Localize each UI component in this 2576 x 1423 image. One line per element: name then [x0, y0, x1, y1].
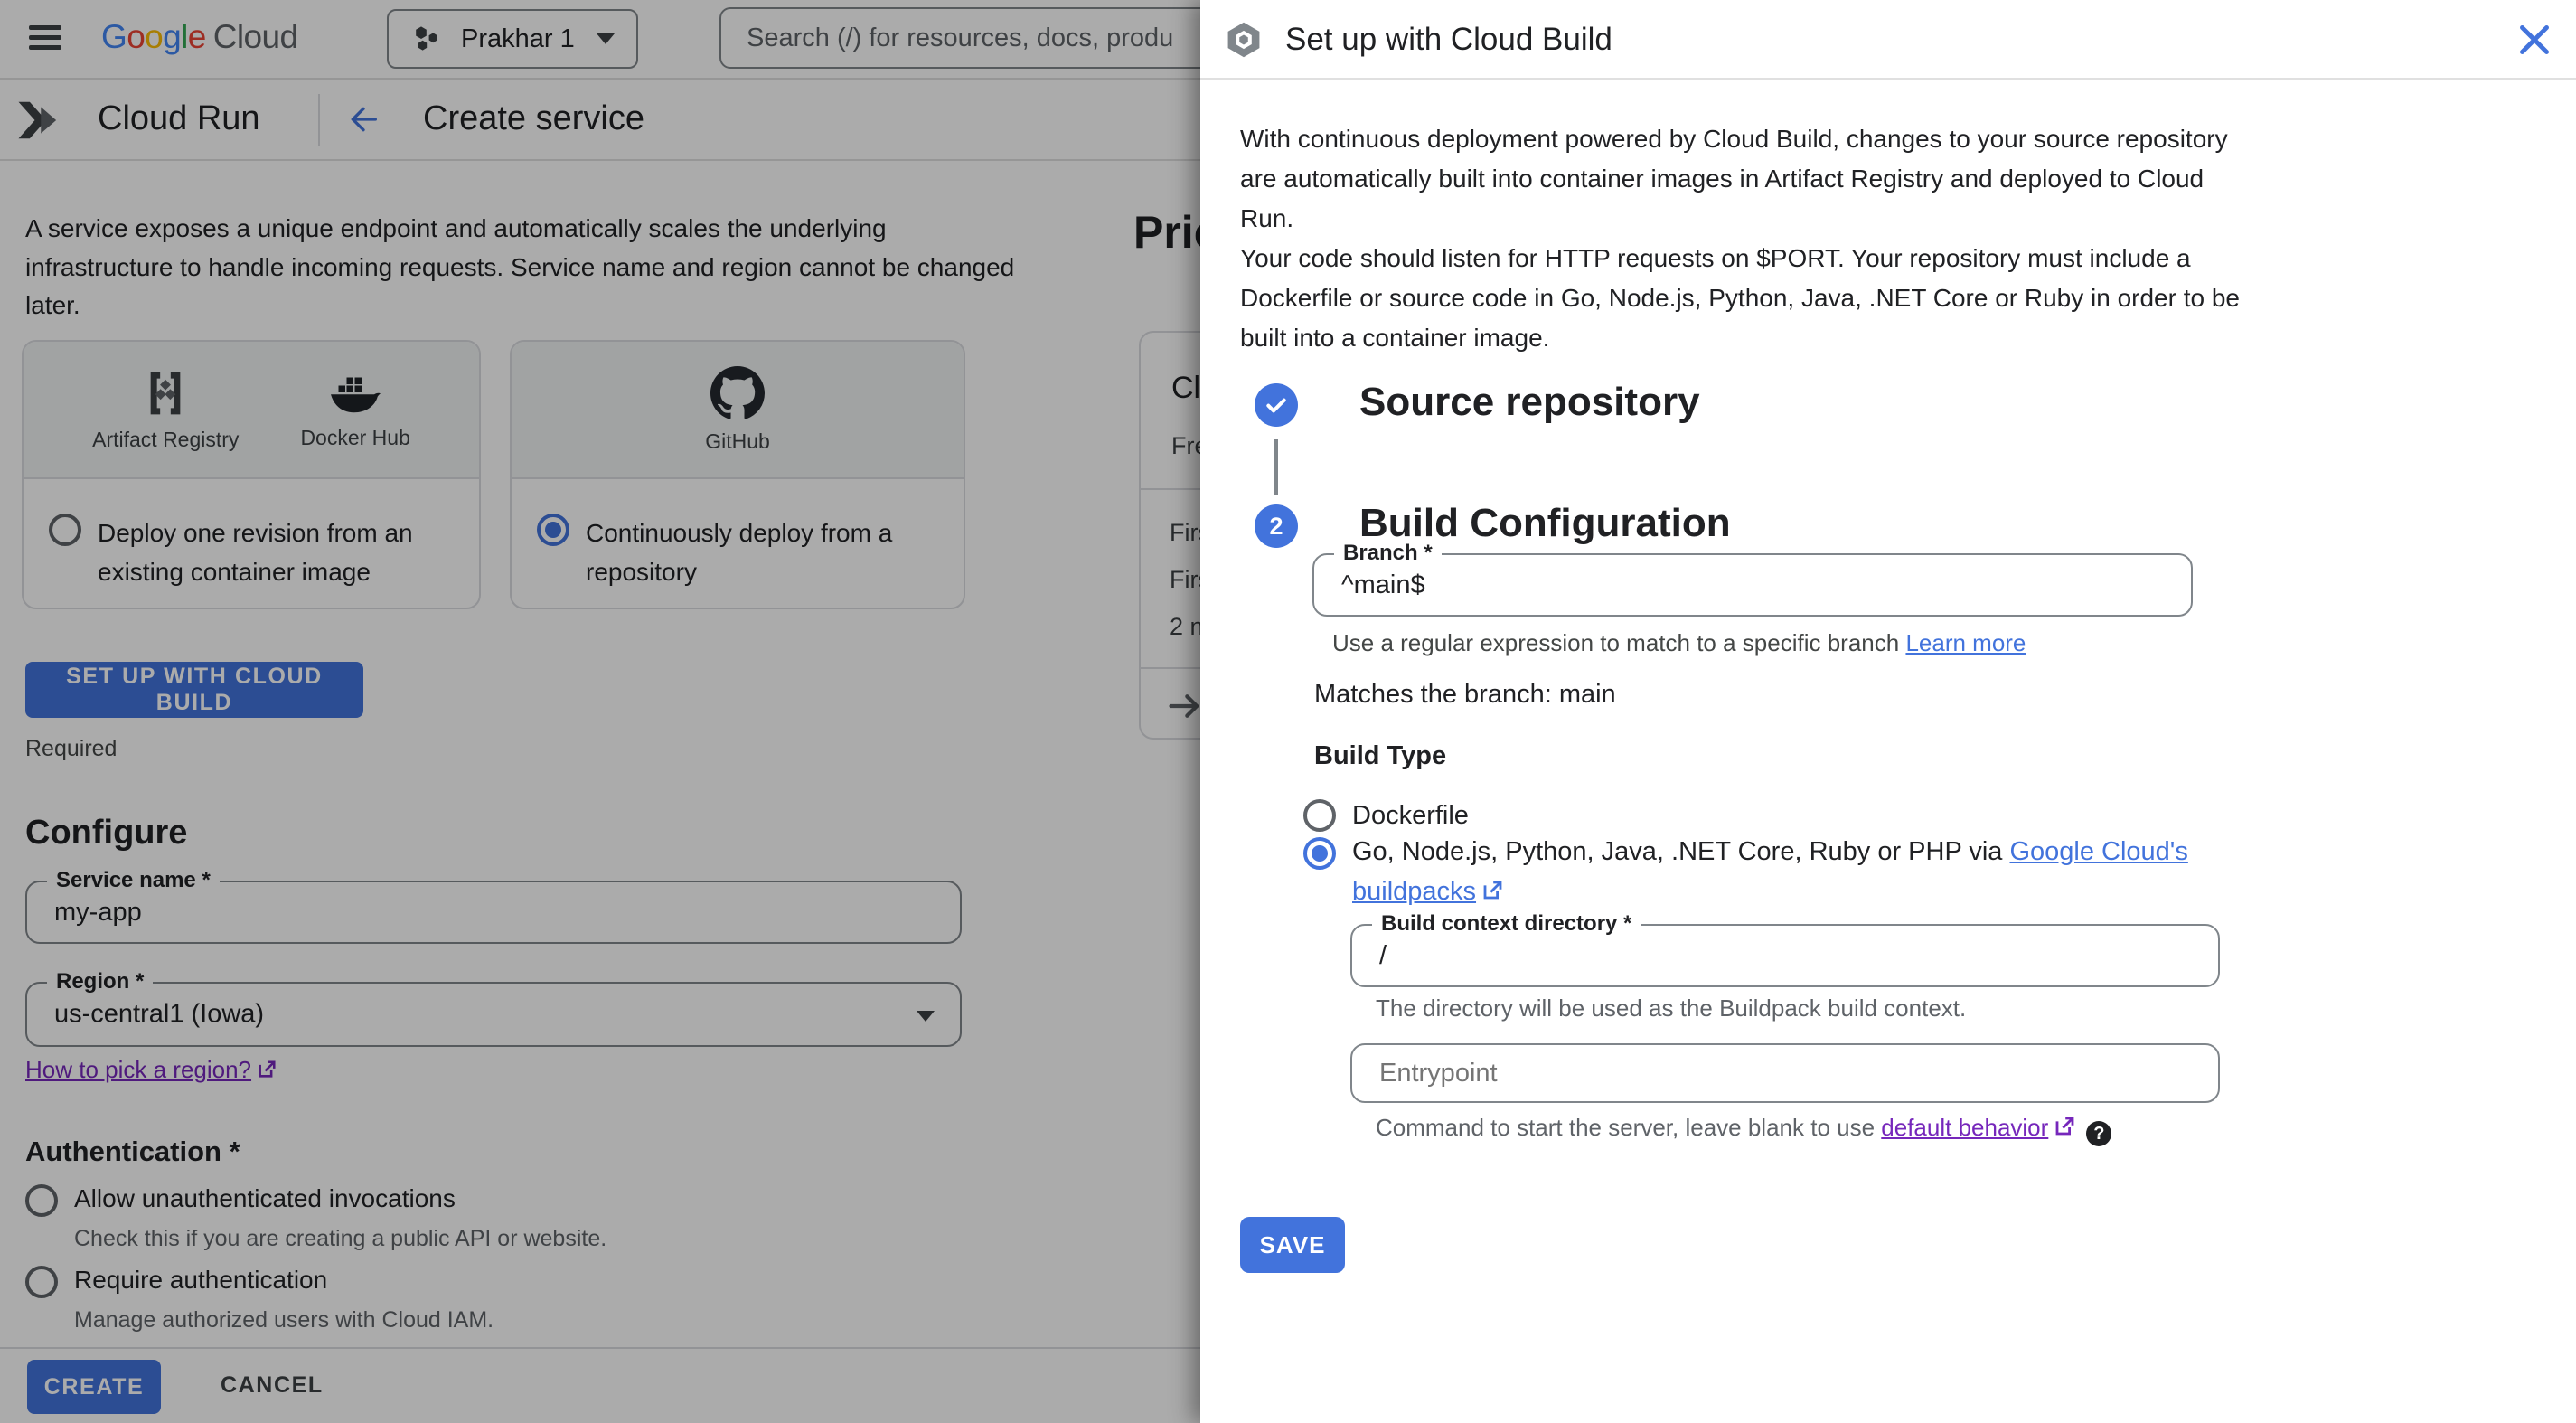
- external-link-icon: [1483, 881, 1502, 900]
- help-icon[interactable]: ?: [2086, 1121, 2112, 1146]
- entrypoint-helper: Command to start the server, leave blank…: [1376, 1114, 2112, 1146]
- cloud-build-icon: [1227, 22, 1260, 58]
- google-clouds-link[interactable]: Google Cloud's: [2009, 837, 2187, 866]
- panel-description-p1: With continuous deployment powered by Cl…: [1240, 125, 2228, 232]
- panel-title: Set up with Cloud Build: [1285, 22, 1612, 57]
- build-context-field: Build context directory *: [1350, 911, 2220, 987]
- step1-title: Source repository: [1359, 380, 1700, 424]
- step2-number: 2: [1269, 512, 1283, 540]
- build-context-input[interactable]: [1352, 926, 2218, 985]
- panel-description: With continuous deployment powered by Cl…: [1240, 119, 2252, 358]
- close-icon[interactable]: [2518, 24, 2551, 56]
- entrypoint-helper-text: Command to start the server, leave blank…: [1376, 1114, 1882, 1141]
- save-button[interactable]: SAVE: [1240, 1217, 1345, 1273]
- branch-field: Branch *: [1312, 541, 2193, 617]
- buildpacks-label: Go, Node.js, Python, Java, .NET Core, Ru…: [1352, 832, 2227, 911]
- setup-cloud-build-panel: Set up with Cloud Build With continuous …: [1200, 0, 2576, 1423]
- entrypoint-field: [1350, 1043, 2220, 1103]
- step2-title: Build Configuration: [1359, 501, 1731, 545]
- branch-helper: Use a regular expression to match to a s…: [1332, 629, 2026, 657]
- buildpacks-label-prefix: Go, Node.js, Python, Java, .NET Core, Ru…: [1352, 837, 2010, 866]
- branch-match-result: Matches the branch: main: [1314, 680, 1616, 709]
- default-behavior-link[interactable]: default behavior: [1881, 1114, 2048, 1141]
- google-cloud-console: GoogleCloud Prakhar 1 Cloud Run Create s…: [0, 0, 2576, 1423]
- external-link-icon: [2055, 1117, 2074, 1136]
- step2-number-circle: 2: [1255, 504, 1298, 548]
- branch-helper-text: Use a regular expression to match to a s…: [1332, 629, 1906, 656]
- panel-description-p2: Your code should listen for HTTP request…: [1240, 244, 2240, 352]
- build-context-helper: The directory will be used as the Buildp…: [1376, 994, 1967, 1022]
- buildpacks-radio[interactable]: [1303, 837, 1336, 870]
- entrypoint-input[interactable]: [1352, 1045, 2218, 1101]
- dockerfile-label: Dockerfile: [1352, 801, 1469, 830]
- check-icon: [1266, 398, 1286, 413]
- panel-header: Set up with Cloud Build: [1200, 0, 2576, 80]
- branch-input[interactable]: [1314, 555, 2191, 615]
- step1-check-circle: [1255, 383, 1298, 427]
- dockerfile-radio[interactable]: [1303, 799, 1336, 832]
- step-connector-line: [1274, 439, 1278, 495]
- learn-more-link[interactable]: Learn more: [1905, 629, 2026, 656]
- build-type-heading: Build Type: [1314, 741, 1447, 770]
- buildpacks-link[interactable]: buildpacks: [1352, 877, 1476, 906]
